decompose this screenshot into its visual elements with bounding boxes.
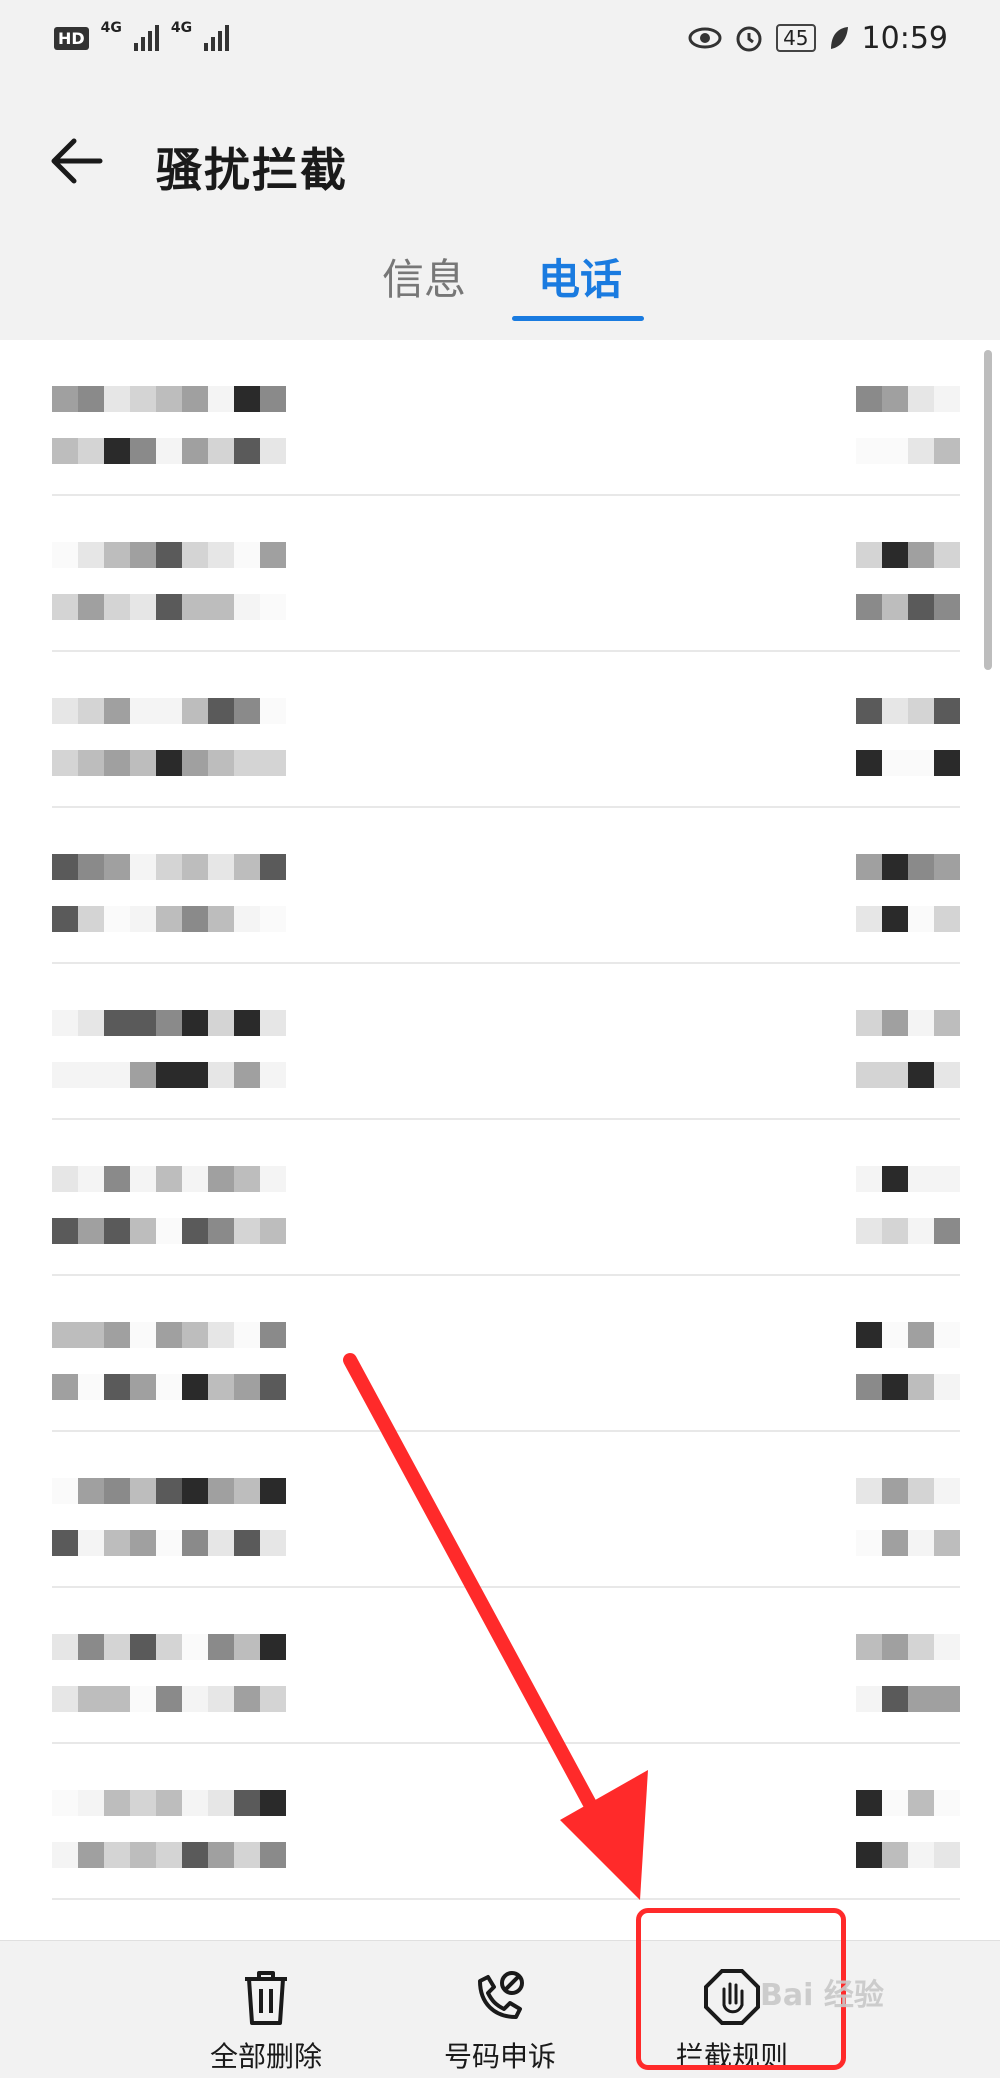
number-appeal-button[interactable]: 号码申诉 [420, 1967, 580, 2075]
obscured-number [52, 542, 286, 568]
obscured-time [856, 1790, 960, 1816]
scrollbar[interactable] [984, 350, 992, 670]
call-list-item[interactable] [0, 1588, 1000, 1744]
call-list-item[interactable] [0, 1120, 1000, 1276]
obscured-time [856, 386, 960, 412]
obscured-number [52, 386, 286, 412]
obscured-count [856, 750, 960, 776]
obscured-details [52, 594, 286, 620]
obscured-count [856, 1062, 960, 1088]
call-list-item[interactable] [0, 964, 1000, 1120]
obscured-count [856, 1842, 960, 1868]
page-title: 骚扰拦截 [156, 143, 348, 197]
eye-icon [688, 27, 722, 49]
call-list-item[interactable] [0, 808, 1000, 964]
obscured-time [856, 1478, 960, 1504]
tab-calls[interactable]: 电话 [538, 250, 622, 310]
network-type-2: 4G [170, 20, 193, 36]
obscured-number [52, 854, 286, 880]
obscured-count [856, 906, 960, 932]
obscured-details [52, 1218, 286, 1244]
status-bar: HD 4G 4G 45 10:59 [0, 0, 1000, 76]
back-arrow-icon [51, 138, 103, 184]
network-type-1: 4G [100, 20, 122, 36]
battery-icon: 45 [776, 24, 816, 52]
obscured-details [52, 750, 286, 776]
hd-badge: HD [54, 26, 89, 50]
obscured-number [52, 1322, 286, 1348]
obscured-number [52, 698, 286, 724]
obscured-number [52, 1634, 286, 1660]
call-list-item[interactable] [0, 1744, 1000, 1900]
app-header: 骚扰拦截 信息 电话 [0, 76, 1000, 340]
obscured-count [856, 1686, 960, 1712]
delete-all-button[interactable]: 全部删除 [186, 1967, 346, 2075]
tab-messages[interactable]: 信息 [382, 250, 466, 310]
obscured-details [52, 1530, 286, 1556]
obscured-details [52, 1686, 286, 1712]
alarm-icon [736, 26, 762, 52]
obscured-time [856, 1322, 960, 1348]
call-list-item[interactable] [0, 1276, 1000, 1432]
blocked-calls-list[interactable] [0, 340, 1000, 1940]
obscured-number [52, 1010, 286, 1036]
obscured-number [52, 1166, 286, 1192]
tab-indicator [512, 316, 644, 321]
call-list-item[interactable] [0, 340, 1000, 496]
obscured-number [52, 1478, 286, 1504]
tab-bar: 信息 电话 [0, 236, 1000, 340]
call-list-item[interactable] [0, 496, 1000, 652]
obscured-details [52, 1842, 286, 1868]
obscured-count [856, 594, 960, 620]
obscured-count [856, 438, 960, 464]
obscured-time [856, 1166, 960, 1192]
trash-icon [245, 1971, 287, 2025]
obscured-time [856, 854, 960, 880]
obscured-details [52, 438, 286, 464]
call-list-item[interactable] [0, 1432, 1000, 1588]
obscured-count [856, 1218, 960, 1244]
obscured-time [856, 698, 960, 724]
back-button[interactable] [42, 126, 112, 196]
delete-all-label: 全部删除 [209, 2040, 322, 2073]
obscured-details [52, 1062, 286, 1088]
signal-icon [133, 25, 159, 51]
status-right: 45 10:59 [688, 21, 948, 56]
status-left: HD 4G 4G [54, 20, 230, 51]
phone-prohibit-icon [478, 1971, 524, 2019]
obscured-time [856, 1634, 960, 1660]
obscured-count [856, 1530, 960, 1556]
row-divider [52, 1898, 960, 1900]
watermark: Bai 经验 [760, 1978, 884, 2013]
obscured-details [52, 1374, 286, 1400]
signal-icon [204, 25, 230, 51]
leaf-icon [830, 27, 848, 49]
obscured-number [52, 1790, 286, 1816]
clock: 10:59 [861, 20, 948, 56]
obscured-time [856, 1010, 960, 1036]
call-list-item[interactable] [0, 652, 1000, 808]
number-appeal-label: 号码申诉 [443, 2040, 556, 2073]
obscured-details [52, 906, 286, 932]
obscured-count [856, 1374, 960, 1400]
obscured-time [856, 542, 960, 568]
